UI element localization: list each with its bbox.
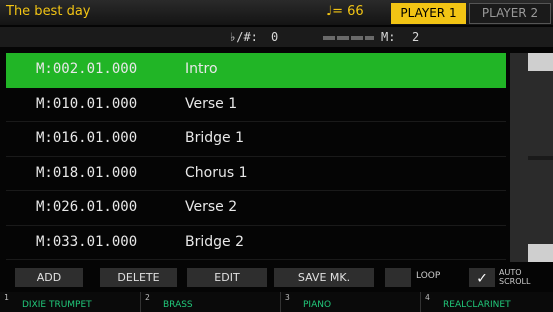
marker-position: M:026.01.000 [36,199,138,215]
auto-scroll-label: AUTO SCROLL [499,268,530,286]
auto-scroll-checkbox[interactable]: ✓ [469,268,495,287]
marker-list: M:002.01.000 Intro M:010.01.000 Verse 1 … [6,53,506,260]
track-name: REALCLARINET [443,300,511,310]
track-bar: 1 DIXIE TRUMPET 2 BRASS 3 PIANO 4 REALCL… [0,292,553,312]
delete-button[interactable]: DELETE [100,268,177,287]
marker-position: M:002.01.000 [36,61,138,77]
auto-scroll-label-line2: SCROLL [499,277,531,286]
checkmark-icon: ✓ [477,268,487,287]
track-slot[interactable]: 2 BRASS [140,292,279,312]
marker-name: Verse 2 [185,199,238,215]
player1-tab[interactable]: PLAYER 1 [391,3,466,24]
track-slot[interactable]: 1 DIXIE TRUMPET [0,292,138,312]
loop-label: LOOP [416,271,441,281]
marker-row[interactable]: M:016.01.000 Bridge 1 [6,122,506,157]
marker-name: Bridge 1 [185,130,244,146]
track-number: 4 [425,293,430,302]
beat-indicator [323,36,374,40]
save-marker-button[interactable]: SAVE MK. [274,268,374,287]
track-number: 3 [285,293,290,302]
add-button[interactable]: ADD [15,268,83,287]
player2-tab[interactable]: PLAYER 2 [469,3,551,24]
marker-position: M:016.01.000 [36,130,138,146]
track-slot[interactable]: 4 REALCLARINET [420,292,553,312]
marker-name: Intro [185,61,218,77]
marker-position: M:018.01.000 [36,164,138,181]
marker-row[interactable]: M:026.01.000 Verse 2 [6,191,506,226]
track-number: 1 [4,293,9,302]
marker-row[interactable]: M:010.01.000 Verse 1 [6,88,506,122]
info-bar: ♭/#: 0 M: 2 [0,27,553,47]
loop-checkbox[interactable] [385,268,411,287]
header-bar: The best day ♩= 66 PLAYER 1 PLAYER 2 [0,0,553,25]
scroll-up-button[interactable] [528,53,553,71]
marker-row[interactable]: M:002.01.000 Intro [6,53,506,88]
song-title: The best day [6,4,91,19]
track-slot[interactable]: 3 PIANO [280,292,419,312]
marker-position: M:010.01.000 [36,95,138,112]
scroll-down-button[interactable] [528,244,553,262]
scroll-thumb[interactable] [528,156,553,160]
meter-value: 2 [412,30,420,44]
track-name: PIANO [303,300,332,310]
accidentals-value: 0 [271,30,279,44]
track-name: BRASS [163,300,193,310]
track-number: 2 [145,293,150,302]
marker-row[interactable]: M:033.01.000 Bridge 2 [6,226,506,260]
auto-scroll-label-line1: AUTO [499,268,522,277]
marker-row[interactable]: M:018.01.000 Chorus 1 [6,157,506,191]
edit-button[interactable]: EDIT [187,268,267,287]
tempo-display[interactable]: ♩= 66 [326,4,364,19]
marker-position: M:033.01.000 [36,233,138,250]
meter-label: M: [381,30,396,44]
marker-name: Bridge 2 [185,233,244,250]
scrollbar[interactable] [510,53,553,262]
marker-name: Verse 1 [185,95,238,112]
accidentals-label: ♭/#: [229,30,258,44]
marker-name: Chorus 1 [185,164,248,181]
track-name: DIXIE TRUMPET [22,300,92,310]
